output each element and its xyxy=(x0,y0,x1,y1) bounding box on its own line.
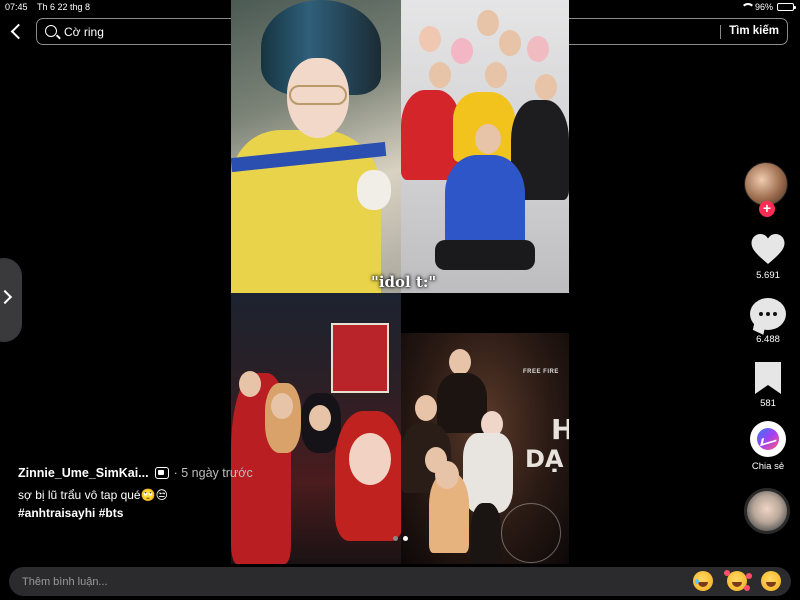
battery-percent: 96% xyxy=(754,2,773,12)
slide-indicator xyxy=(393,536,408,541)
slide-dot xyxy=(393,536,398,541)
post-time: · 5 ngày trước xyxy=(173,466,253,480)
save-action: 581 xyxy=(740,362,796,409)
share-label: Chia sẻ xyxy=(751,461,785,472)
search-icon xyxy=(45,25,57,37)
search-divider xyxy=(720,25,721,39)
photo-tile-2 xyxy=(401,0,569,293)
post-description: Zinnie_Ume_SimKai... · 5 ngày trước sợ b… xyxy=(18,465,348,520)
hashtags: #anhtraisayhi #bts xyxy=(18,506,348,520)
love-emoji-icon[interactable] xyxy=(724,570,747,591)
hashtag-link[interactable]: #anhtraisayhi xyxy=(18,506,95,520)
photo-tile-4: FREE FIRE H DẠ xyxy=(401,333,569,564)
comment-input[interactable] xyxy=(22,573,622,590)
overlay-brand: FREE FIRE xyxy=(523,369,559,375)
grin-emoji-icon[interactable] xyxy=(761,571,781,591)
like-action: 5.691 xyxy=(740,232,796,281)
comment-action: 6.488 xyxy=(740,298,796,345)
quick-emojis xyxy=(693,570,781,591)
share-action: Chia sẻ xyxy=(740,421,796,472)
music-disc[interactable] xyxy=(744,488,790,534)
video-caption: "idol t:" xyxy=(371,273,437,291)
username-link[interactable]: Zinnie_Ume_SimKai... xyxy=(18,466,149,480)
status-time: 07:45 xyxy=(5,2,28,12)
like-count: 5.691 xyxy=(756,270,780,281)
search-button[interactable]: Tìm kiếm xyxy=(729,25,779,37)
comment-bar xyxy=(9,567,791,596)
wifi-icon xyxy=(740,3,755,11)
photo-tile-1 xyxy=(231,0,401,293)
overlay-title-bottom: DẠ xyxy=(525,445,564,473)
laugh-emoji-icon[interactable] xyxy=(693,571,713,591)
back-icon[interactable] xyxy=(9,21,25,41)
status-right: 96% xyxy=(740,2,796,12)
repost-badge-icon xyxy=(154,467,169,479)
side-panel-handle[interactable] xyxy=(0,258,22,342)
messenger-share-icon[interactable] xyxy=(750,421,786,457)
save-count: 581 xyxy=(760,398,776,409)
overlay-title-top: H xyxy=(551,413,569,446)
follow-button[interactable]: + xyxy=(759,201,775,217)
post-text: sợ bị lũ trẩu vô tap qué🙄😒 xyxy=(18,488,169,502)
heart-icon[interactable] xyxy=(750,232,786,266)
slide-dot-active xyxy=(403,536,408,541)
photo-tile-3 xyxy=(231,293,401,564)
comment-count: 6.488 xyxy=(756,334,780,345)
comment-icon[interactable] xyxy=(750,298,786,330)
bookmark-icon[interactable] xyxy=(755,362,781,394)
battery-icon xyxy=(777,3,796,11)
status-date: Th 6 22 thg 8 xyxy=(37,2,91,12)
chevron-right-icon xyxy=(0,289,13,305)
hashtag-link[interactable]: #bts xyxy=(99,506,124,520)
